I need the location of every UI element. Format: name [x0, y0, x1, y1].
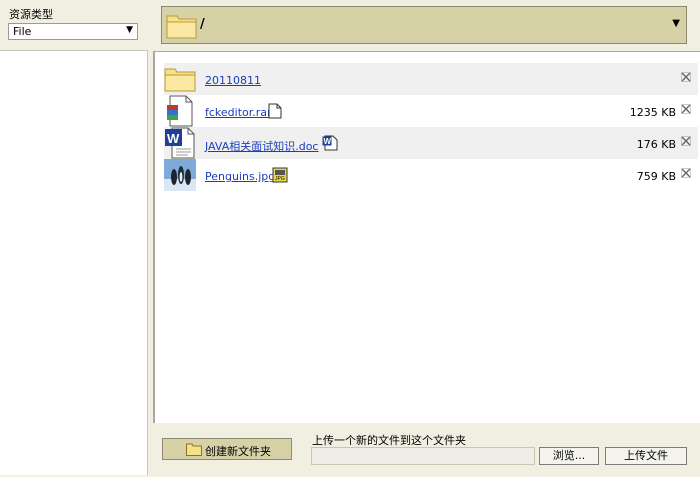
- browse-button[interactable]: 浏览...: [539, 447, 599, 465]
- delete-icon[interactable]: [681, 168, 691, 178]
- file-size: 176 KB: [636, 138, 676, 151]
- create-folder-label: 创建新文件夹: [205, 445, 271, 458]
- folder-icon: [166, 10, 198, 43]
- chevron-down-icon[interactable]: ▼: [672, 18, 680, 29]
- chevron-down-icon: ▼: [126, 25, 133, 35]
- file-size: 759 KB: [636, 170, 676, 183]
- upload-button[interactable]: 上传文件: [605, 447, 687, 465]
- jpeg-image-icon: JPG: [272, 167, 288, 183]
- penguins-thumbnail: [164, 159, 196, 191]
- resource-type-panel: 资源类型 File ▼: [0, 0, 148, 48]
- file-row-rar[interactable]: fckeditor.rar 1235 KB: [164, 95, 698, 127]
- current-path-text: /: [200, 17, 205, 32]
- file-row-jpg[interactable]: Penguins.jpg JPG 759 KB: [164, 159, 698, 191]
- folder-icon: [186, 443, 202, 459]
- resource-type-select[interactable]: File ▼: [8, 23, 138, 40]
- file-size: 1235 KB: [629, 106, 676, 119]
- file-row-doc[interactable]: W JAVA相关面试知识.doc W 176 KB: [164, 127, 698, 159]
- delete-icon[interactable]: [681, 104, 691, 114]
- svg-text:W: W: [167, 131, 180, 146]
- resource-type-value: File: [13, 25, 32, 38]
- file-name-link[interactable]: fckeditor.rar: [205, 106, 272, 119]
- blank-file-icon: [268, 103, 284, 119]
- resource-type-label: 资源类型: [9, 8, 53, 21]
- svg-text:W: W: [324, 137, 332, 146]
- upload-label: 上传一个新的文件到这个文件夹: [312, 434, 466, 447]
- file-name-link[interactable]: Penguins.jpg: [205, 170, 275, 183]
- current-path-bar[interactable]: / ▼: [161, 6, 687, 44]
- word-doc-icon: W: [322, 135, 338, 151]
- word-doc-icon: W: [164, 127, 196, 159]
- file-row-folder[interactable]: 20110811: [164, 63, 698, 95]
- file-list: 20110811 fckeditor.rar 1235 KB W JAVA相关面…: [153, 51, 700, 423]
- svg-text:JPG: JPG: [275, 176, 285, 182]
- upload-file-input[interactable]: [311, 447, 535, 465]
- rar-archive-icon: [164, 95, 196, 127]
- file-name-link[interactable]: JAVA相关面试知识.doc: [205, 138, 318, 154]
- folder-tree-panel[interactable]: [0, 50, 148, 475]
- folder-icon: [164, 63, 196, 95]
- delete-icon[interactable]: [681, 136, 691, 146]
- delete-icon[interactable]: [681, 72, 691, 82]
- bottom-toolbar: 创建新文件夹 上传一个新的文件到这个文件夹 浏览... 上传文件: [153, 425, 700, 477]
- create-folder-button[interactable]: 创建新文件夹: [162, 438, 292, 460]
- file-name-link[interactable]: 20110811: [205, 74, 261, 87]
